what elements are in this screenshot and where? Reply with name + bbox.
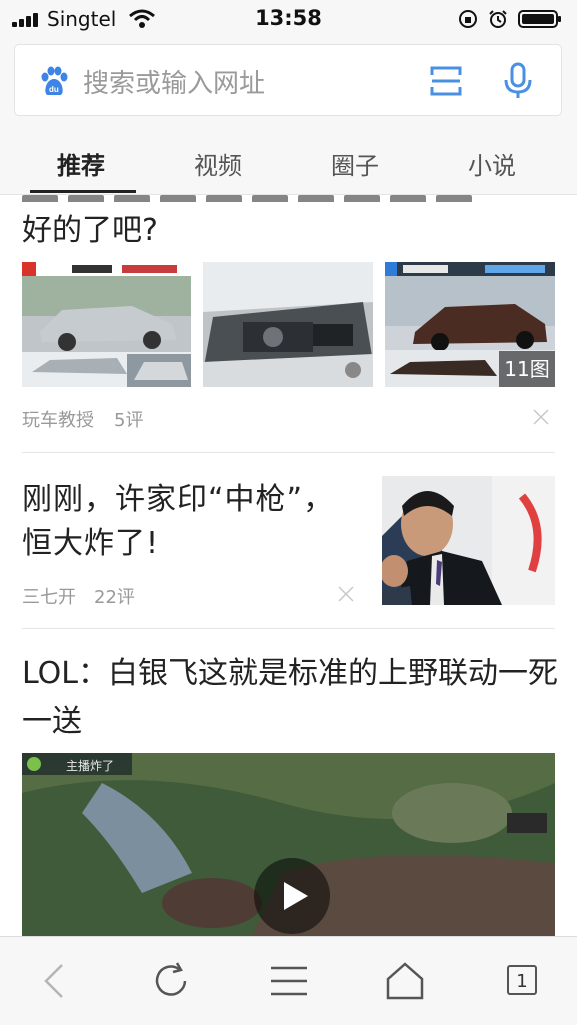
article-source[interactable]: 三七开 bbox=[22, 583, 76, 609]
car-image-2[interactable] bbox=[203, 262, 373, 387]
article-title[interactable]: LOL：白银飞这就是标准的上野联动一死一送 bbox=[22, 650, 562, 746]
search-area: du 搜索或输入网址 bbox=[0, 38, 577, 124]
comment-count: 5评 bbox=[114, 410, 144, 431]
car-image-3[interactable]: 11图 bbox=[385, 262, 555, 387]
scan-icon[interactable] bbox=[429, 64, 463, 98]
rotation-lock-icon bbox=[459, 10, 477, 28]
back-icon[interactable] bbox=[32, 959, 76, 1003]
image-count-badge: 11图 bbox=[499, 351, 555, 387]
article-title[interactable]: 好的了吧? bbox=[22, 205, 158, 249]
video-overlay-caption: 主播炸了 bbox=[66, 759, 115, 773]
close-icon[interactable] bbox=[337, 585, 355, 603]
tab-recommend[interactable]: 推荐 bbox=[57, 146, 105, 181]
article-source[interactable]: 玩车教授 bbox=[22, 406, 94, 432]
search-placeholder: 搜索或输入网址 bbox=[83, 69, 266, 99]
article-title[interactable]: 刚刚，许家印“中枪”，恒大炸了! bbox=[22, 478, 362, 566]
play-icon bbox=[284, 882, 308, 910]
microphone-icon[interactable] bbox=[503, 62, 533, 100]
baidu-paw-icon: du bbox=[41, 66, 68, 95]
divider bbox=[22, 628, 555, 629]
menu-icon[interactable] bbox=[267, 959, 311, 1003]
channel-tabs: 推荐 视频 圈子 小说 bbox=[0, 124, 577, 195]
search-input[interactable]: du 搜索或输入网址 bbox=[14, 44, 562, 116]
status-bar: Singtel 13:58 bbox=[0, 0, 577, 38]
tab-circle[interactable]: 圈子 bbox=[331, 146, 379, 181]
tabs-count-button[interactable]: 1 bbox=[507, 965, 537, 995]
refresh-icon[interactable] bbox=[149, 959, 193, 1003]
bottom-navigation bbox=[0, 936, 577, 1025]
alarm-icon bbox=[489, 10, 507, 28]
svg-text:du: du bbox=[49, 85, 59, 94]
clipped-title-line bbox=[22, 194, 552, 202]
play-button[interactable] bbox=[254, 858, 330, 934]
battery-icon bbox=[518, 10, 561, 28]
divider bbox=[22, 452, 555, 453]
close-icon[interactable] bbox=[532, 408, 550, 426]
home-icon[interactable] bbox=[383, 959, 427, 1003]
car-image-1[interactable] bbox=[22, 262, 191, 387]
tab-novel[interactable]: 小说 bbox=[468, 146, 516, 181]
tab-video[interactable]: 视频 bbox=[194, 146, 242, 181]
comment-count: 22评 bbox=[94, 587, 135, 608]
active-tab-indicator bbox=[30, 190, 136, 193]
news-photo[interactable] bbox=[382, 476, 555, 605]
